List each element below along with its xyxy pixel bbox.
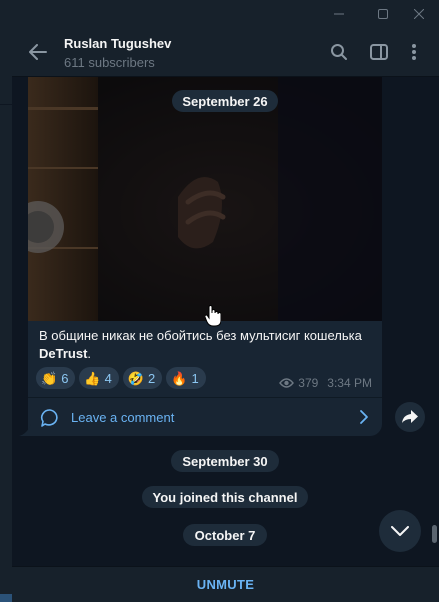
scrollbar[interactable] — [432, 525, 437, 543]
divider — [0, 104, 12, 105]
search-icon[interactable] — [327, 40, 351, 64]
maximize-icon[interactable] — [363, 0, 403, 28]
close-icon[interactable] — [399, 0, 439, 28]
post-text-bold: DeTrust — [39, 346, 88, 361]
date-separator: October 7 — [183, 524, 267, 546]
bottom-bar: UNMUTE — [12, 566, 439, 602]
post-text-main: В общине никак не обойтись без мультисиг… — [39, 328, 362, 343]
subscriber-count: 611 subscribers — [64, 55, 155, 70]
reaction-count: 4 — [104, 370, 112, 386]
post-text-end: . — [87, 346, 92, 361]
chevron-right-icon — [360, 410, 368, 424]
reaction-count: 2 — [148, 370, 156, 386]
unmute-button[interactable]: UNMUTE — [197, 577, 254, 592]
reaction-fire[interactable]: 🔥 1 — [166, 367, 206, 389]
post-meta: 379 3:34 PM — [279, 376, 372, 390]
eye-icon — [279, 378, 295, 388]
message-list[interactable]: В общине никак не обойтись без мультисиг… — [12, 77, 439, 566]
sidebar-toggle-icon[interactable] — [367, 40, 391, 64]
chat-header: Ruslan Tugushev 611 subscribers — [12, 28, 439, 77]
bubble-tail — [19, 424, 31, 436]
mouse-cursor-icon — [205, 305, 221, 327]
joined-service-message: You joined this channel — [142, 486, 308, 508]
clap-emoji-icon: 👏 — [41, 370, 58, 386]
reaction-count: 6 — [61, 370, 69, 386]
leave-comment-label: Leave a comment — [71, 410, 175, 425]
window-titlebar — [0, 0, 439, 28]
more-vertical-icon[interactable] — [402, 40, 426, 64]
reaction-rofl[interactable]: 🤣 2 — [122, 367, 163, 389]
post-time: 3:34 PM — [327, 376, 372, 390]
minimize-icon[interactable] — [319, 0, 359, 28]
reactions-row: 👏 6 👍 4 🤣 2 🔥 1 — [36, 367, 206, 389]
selected-chat-indicator[interactable] — [0, 594, 12, 602]
chat-list-edge — [0, 28, 12, 602]
channel-post[interactable]: В общине никак не обойтись без мультисиг… — [28, 77, 382, 436]
post-text: В общине никак не обойтись без мультисиг… — [39, 327, 369, 363]
chevron-down-icon — [391, 526, 409, 536]
date-separator: September 26 — [172, 90, 278, 112]
fire-emoji-icon: 🔥 — [171, 370, 188, 386]
reaction-count: 1 — [191, 370, 199, 386]
post-video-thumbnail[interactable] — [28, 77, 382, 321]
share-arrow-icon — [402, 410, 418, 423]
date-separator: September 30 — [171, 450, 279, 472]
rofl-emoji-icon: 🤣 — [127, 370, 145, 386]
channel-title[interactable]: Ruslan Tugushev — [64, 36, 171, 51]
arrow-left-icon[interactable] — [26, 40, 50, 64]
thumbs-up-emoji-icon: 👍 — [84, 370, 101, 386]
view-count: 379 — [298, 376, 319, 390]
reaction-clap[interactable]: 👏 6 — [36, 367, 76, 389]
share-button[interactable] — [395, 402, 425, 432]
comment-icon — [40, 409, 58, 427]
reaction-thumbs-up[interactable]: 👍 4 — [79, 367, 119, 389]
scroll-to-bottom-button[interactable] — [379, 510, 421, 552]
leave-comment-button[interactable]: Leave a comment — [28, 397, 382, 436]
